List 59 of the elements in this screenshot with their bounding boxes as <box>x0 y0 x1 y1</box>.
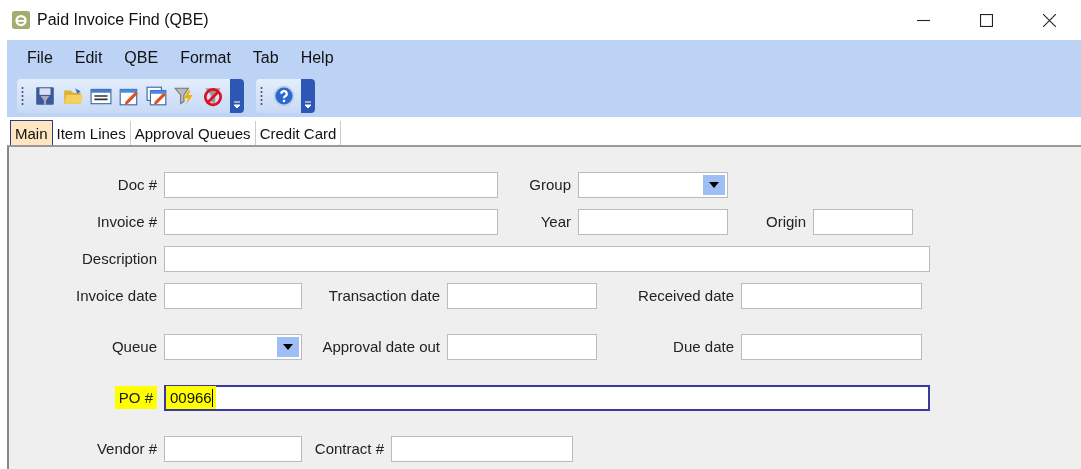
field-label: PO # <box>114 386 157 409</box>
input-field[interactable] <box>164 245 930 272</box>
field-label: Invoice date <box>75 287 158 304</box>
toolbar-overflow-button[interactable] <box>230 79 244 113</box>
field-label: Received date <box>637 287 735 304</box>
maximize-icon[interactable] <box>980 13 993 27</box>
field-label: Due date <box>672 338 735 355</box>
field-label: Invoice # <box>95 213 158 230</box>
toolbar-overflow-button[interactable] <box>301 79 315 113</box>
field-label: Contract # <box>313 440 385 457</box>
menu-item[interactable]: Help <box>298 48 336 67</box>
tab[interactable]: Item Lines <box>52 121 131 145</box>
field-label: Vendor # <box>95 440 158 457</box>
field-label: Transaction date <box>327 287 441 304</box>
field-label: Doc # <box>116 176 158 193</box>
tab[interactable]: Main <box>10 120 53 145</box>
input-field[interactable] <box>741 282 922 309</box>
field-label: Year <box>539 213 572 230</box>
dropdown-arrow-icon <box>709 181 719 188</box>
dropdown-field[interactable] <box>578 171 728 198</box>
dropdown-field[interactable] <box>164 333 302 360</box>
input-field[interactable] <box>391 435 573 462</box>
tab[interactable]: Approval Queues <box>130 121 256 145</box>
input-field[interactable]: 00966 <box>164 384 930 411</box>
help-icon[interactable] <box>273 85 295 107</box>
folder-icon[interactable] <box>62 85 84 107</box>
input-field[interactable] <box>164 435 302 462</box>
input-field[interactable] <box>741 333 922 360</box>
grip-icon <box>260 86 263 106</box>
window-title: Paid Invoice Find (QBE) <box>37 11 209 29</box>
save-filter-icon[interactable] <box>34 85 56 107</box>
app-logo-icon <box>12 11 30 29</box>
field-label: Origin <box>765 213 807 230</box>
menu-item[interactable]: Format <box>178 48 233 67</box>
no-filter-icon[interactable] <box>202 85 224 107</box>
field-label: Queue <box>110 338 158 355</box>
input-field[interactable] <box>447 333 597 360</box>
field-label: Approval date out <box>321 338 441 355</box>
input-field[interactable] <box>164 282 302 309</box>
text-cursor <box>211 388 213 407</box>
grip-icon <box>21 86 24 106</box>
tab[interactable]: Credit Card <box>255 121 342 145</box>
close-icon[interactable] <box>1043 13 1056 27</box>
caret-icon <box>233 100 241 108</box>
caret-icon <box>304 100 312 108</box>
input-field[interactable] <box>164 171 498 198</box>
input-field[interactable] <box>578 208 728 235</box>
input-field[interactable] <box>164 208 498 235</box>
menu-item[interactable]: Tab <box>250 48 281 67</box>
field-label: Description <box>80 250 158 267</box>
input-field[interactable] <box>447 282 597 309</box>
field-label: Group <box>528 176 572 193</box>
menu-item[interactable]: QBE <box>122 48 161 67</box>
field-value: 00966 <box>166 386 216 409</box>
edit-forms-icon[interactable] <box>146 85 168 107</box>
menu-item[interactable]: Edit <box>72 48 105 67</box>
menu-item[interactable]: File <box>25 48 55 67</box>
input-field[interactable] <box>813 208 913 235</box>
dropdown-arrow-icon <box>283 343 293 350</box>
